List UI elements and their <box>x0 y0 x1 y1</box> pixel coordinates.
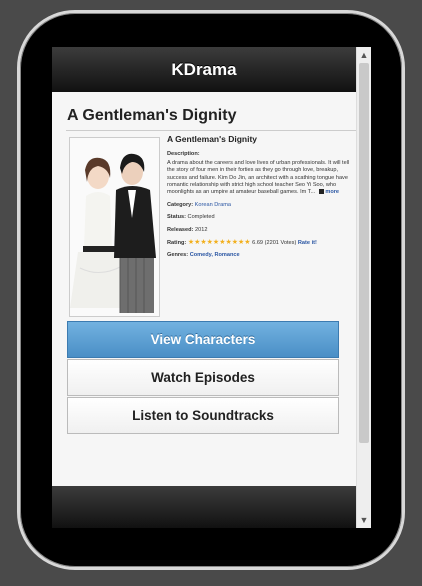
app-title: KDrama <box>171 59 237 79</box>
app-screen: KDrama A Gentleman's Dignity A Gentleman… <box>52 47 371 528</box>
more-icon <box>318 189 324 195</box>
app-footer <box>52 486 356 528</box>
view-characters-button[interactable]: View Characters <box>67 321 339 358</box>
drama-poster <box>69 137 160 317</box>
status-value: Completed <box>187 214 215 221</box>
scroll-up-icon[interactable]: ▲ <box>357 48 371 62</box>
title-divider <box>66 130 356 131</box>
scrollbar-thumb[interactable] <box>359 63 369 443</box>
released-row: Released: 2012 <box>167 227 354 234</box>
info-title: A Gentleman's Dignity <box>167 134 258 144</box>
genres-links[interactable]: Comedy, Romance <box>190 252 240 258</box>
scroll-down-icon[interactable]: ▼ <box>357 513 371 527</box>
drama-info: A Gentleman's Dignity Description: A dra… <box>167 134 354 260</box>
released-value: 2012 <box>195 226 208 233</box>
rating-label: Rating: <box>167 240 187 247</box>
watch-episodes-button[interactable]: Watch Episodes <box>67 359 339 396</box>
rate-it-link[interactable]: Rate it! <box>298 240 317 246</box>
more-link[interactable]: more <box>325 189 339 195</box>
description-label: Description: <box>167 151 200 158</box>
vertical-scrollbar[interactable]: ▲ ▼ <box>356 47 371 528</box>
description-text: A drama about the careers and love lives… <box>167 160 354 197</box>
released-label: Released: <box>167 226 194 233</box>
rating-value: 6.69 <box>252 240 264 247</box>
status-row: Status: Completed <box>167 214 354 221</box>
listen-soundtracks-button[interactable]: Listen to Soundtracks <box>67 397 339 434</box>
status-label: Status: <box>167 214 186 221</box>
app-header: KDrama <box>52 47 356 92</box>
votes-count: (2201 Votes) <box>264 240 297 247</box>
rating-row: Rating: ★★★★★★★★★★ 6.69 (2201 Votes) Rat… <box>167 239 354 247</box>
genres-row: Genres: Comedy, Romance <box>167 252 354 259</box>
category-row: Category: Korean Drama <box>167 202 354 209</box>
genres-label: Genres: <box>167 252 189 259</box>
star-rating-icon[interactable]: ★★★★★★★★★★ <box>188 239 251 246</box>
category-link[interactable]: Korean Drama <box>195 202 231 208</box>
category-label: Category: <box>167 201 194 208</box>
drama-detail: A Gentleman's Dignity A Gentleman's Dign… <box>52 92 356 486</box>
page-title: A Gentleman's Dignity <box>67 107 237 124</box>
